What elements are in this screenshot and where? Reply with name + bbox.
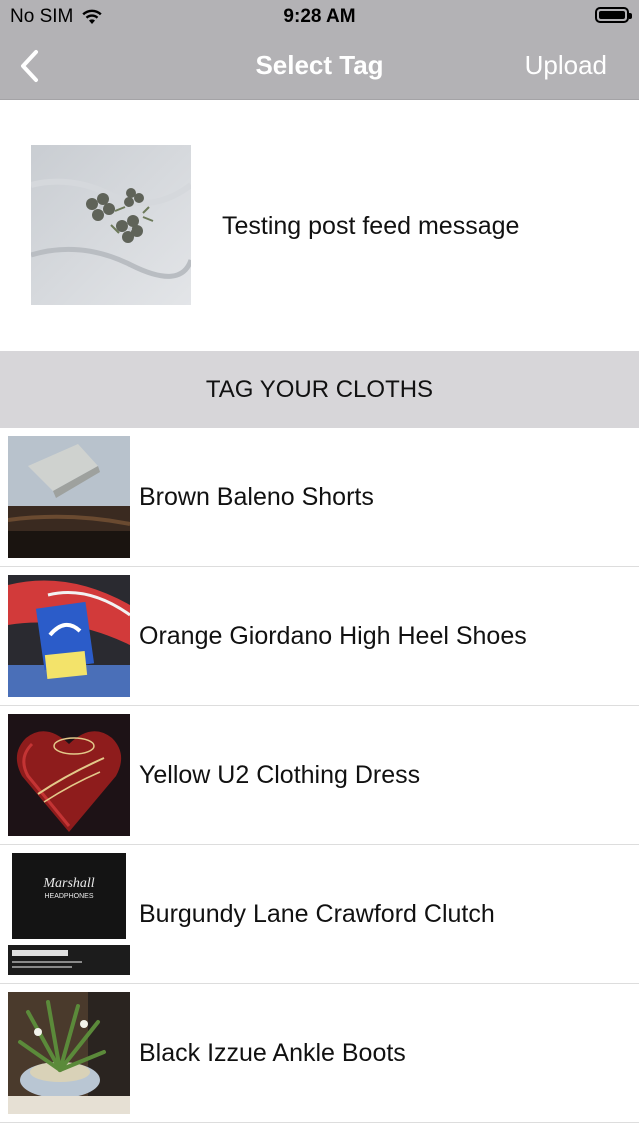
upload-button[interactable]: Upload bbox=[525, 50, 607, 81]
clock: 9:28 AM bbox=[283, 6, 356, 27]
item-label: Burgundy Lane Crawford Clutch bbox=[139, 900, 495, 928]
svg-text:Marshall: Marshall bbox=[42, 876, 94, 891]
list-item[interactable]: Marshall HEADPHONES Burgundy Lane Crawfo… bbox=[0, 845, 639, 984]
list-item[interactable]: Yellow U2 Clothing Dress bbox=[0, 706, 639, 845]
item-label: Yellow U2 Clothing Dress bbox=[139, 761, 421, 789]
post-photo bbox=[31, 145, 191, 305]
item-label: Brown Baleno Shorts bbox=[139, 483, 374, 511]
post-preview: Testing post feed message bbox=[0, 100, 639, 351]
item-photo bbox=[8, 436, 130, 558]
battery-icon bbox=[595, 7, 632, 23]
status-bar: No SIM 9:28 AM bbox=[0, 0, 639, 32]
item-photo bbox=[8, 714, 130, 836]
tag-list: Brown Baleno Shorts Orange Giordano High… bbox=[0, 428, 639, 1123]
svg-text:HEADPHONES: HEADPHONES bbox=[44, 893, 93, 900]
list-item[interactable]: Orange Giordano High Heel Shoes bbox=[0, 567, 639, 706]
section-header: TAG YOUR CLOTHS bbox=[0, 351, 639, 428]
list-item[interactable]: Black Izzue Ankle Boots bbox=[0, 984, 639, 1123]
navigation-bar: Select Tag Upload bbox=[0, 32, 639, 100]
item-label: Orange Giordano High Heel Shoes bbox=[139, 622, 527, 650]
item-photo bbox=[8, 992, 130, 1114]
item-photo bbox=[8, 575, 130, 697]
list-item[interactable]: Brown Baleno Shorts bbox=[0, 428, 639, 567]
item-label: Black Izzue Ankle Boots bbox=[139, 1039, 406, 1067]
post-message: Testing post feed message bbox=[222, 212, 520, 240]
item-photo: Marshall HEADPHONES bbox=[8, 853, 130, 975]
